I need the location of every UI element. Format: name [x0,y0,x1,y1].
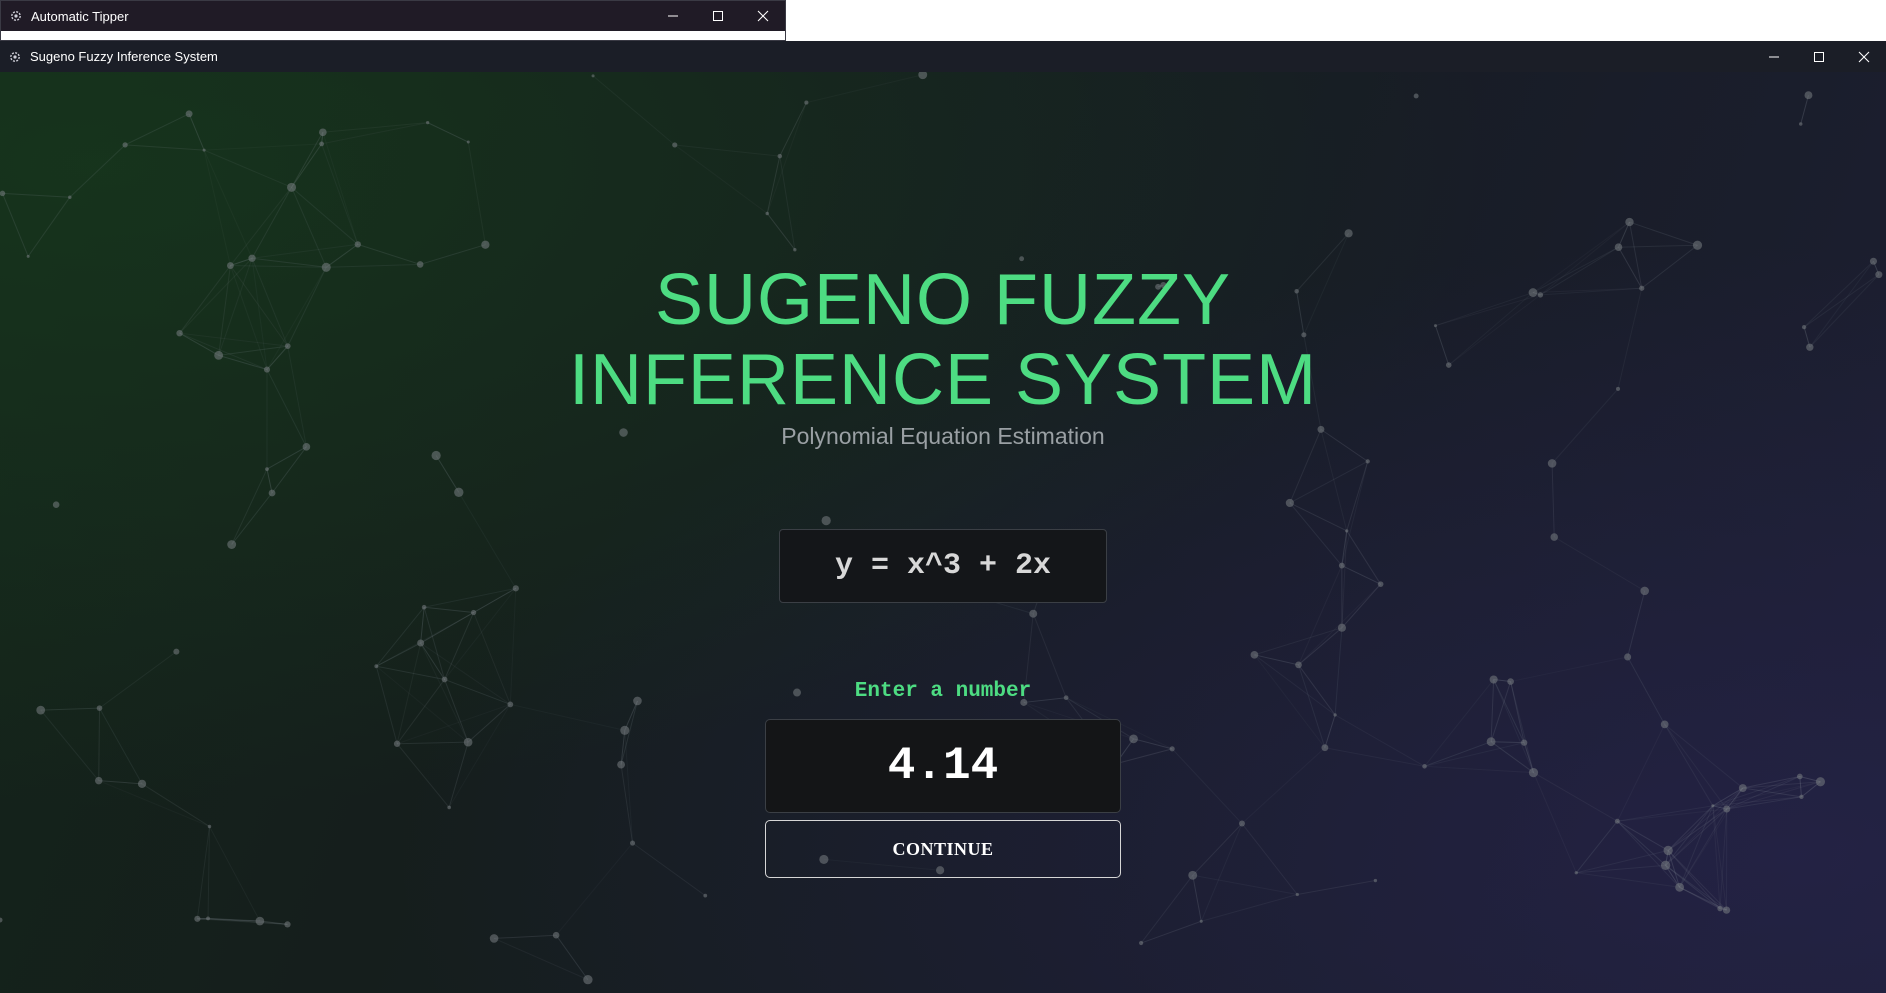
title-line-1: SUGENO FUZZY [654,260,1231,340]
maximize-icon[interactable] [1796,41,1841,72]
window-title: Automatic Tipper [31,8,129,24]
equation-text: y = x^3 + 2x [834,549,1052,583]
automatic-tipper-window: Automatic Tipper [0,0,786,41]
title-line-2: INFERENCE SYSTEM [568,340,1318,420]
main-panel: SUGENO FUZZY INFERENCE SYSTEM Polynomial… [0,72,1886,993]
page-subtitle: Polynomial Equation Estimation [781,423,1105,449]
equation-display: y = x^3 + 2x [779,529,1107,603]
gear-icon [1,9,31,23]
close-icon[interactable] [1841,41,1886,72]
input-prompt: Enter a number [854,680,1032,703]
continue-button[interactable]: CONTINUE [765,820,1121,878]
gear-icon [0,50,30,64]
minimize-icon[interactable] [650,1,695,31]
close-icon[interactable] [740,1,785,31]
minimize-icon[interactable] [1751,41,1796,72]
page-title: SUGENO FUZZY INFERENCE SYSTEM [443,260,1443,420]
app-content: SUGENO FUZZY INFERENCE SYSTEM Polynomial… [0,72,1886,993]
window-title: Sugeno Fuzzy Inference System [30,49,218,64]
maximize-icon[interactable] [695,1,740,31]
number-input[interactable] [765,719,1121,813]
automatic-tipper-titlebar[interactable]: Automatic Tipper [1,1,785,31]
sugeno-window: Sugeno Fuzzy Inference System SUGENO FUZ… [0,41,1886,993]
sugeno-titlebar[interactable]: Sugeno Fuzzy Inference System [0,41,1886,72]
